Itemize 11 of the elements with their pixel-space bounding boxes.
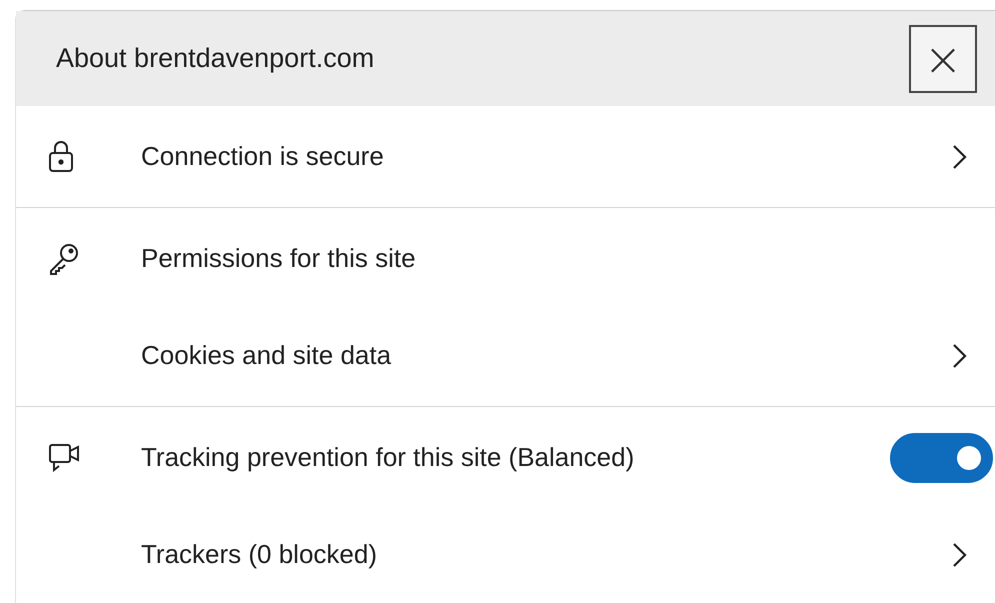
row-label[interactable]: Trackers (0 blocked) — [141, 539, 949, 570]
panel-title: About brentdavenport.com — [56, 43, 374, 74]
row-label[interactable]: Tracking prevention for this site (Balanced) — [141, 442, 890, 473]
camera-icon — [48, 442, 82, 474]
close-button[interactable]: × — [909, 24, 977, 92]
toggle-switch[interactable] — [890, 432, 993, 482]
row-label: Permissions for this site — [141, 243, 417, 274]
key-icon — [48, 242, 80, 276]
row-label[interactable]: Cookies and site data — [141, 340, 949, 371]
row-label[interactable]: Connection is secure — [141, 141, 949, 172]
lock-icon — [48, 140, 74, 174]
